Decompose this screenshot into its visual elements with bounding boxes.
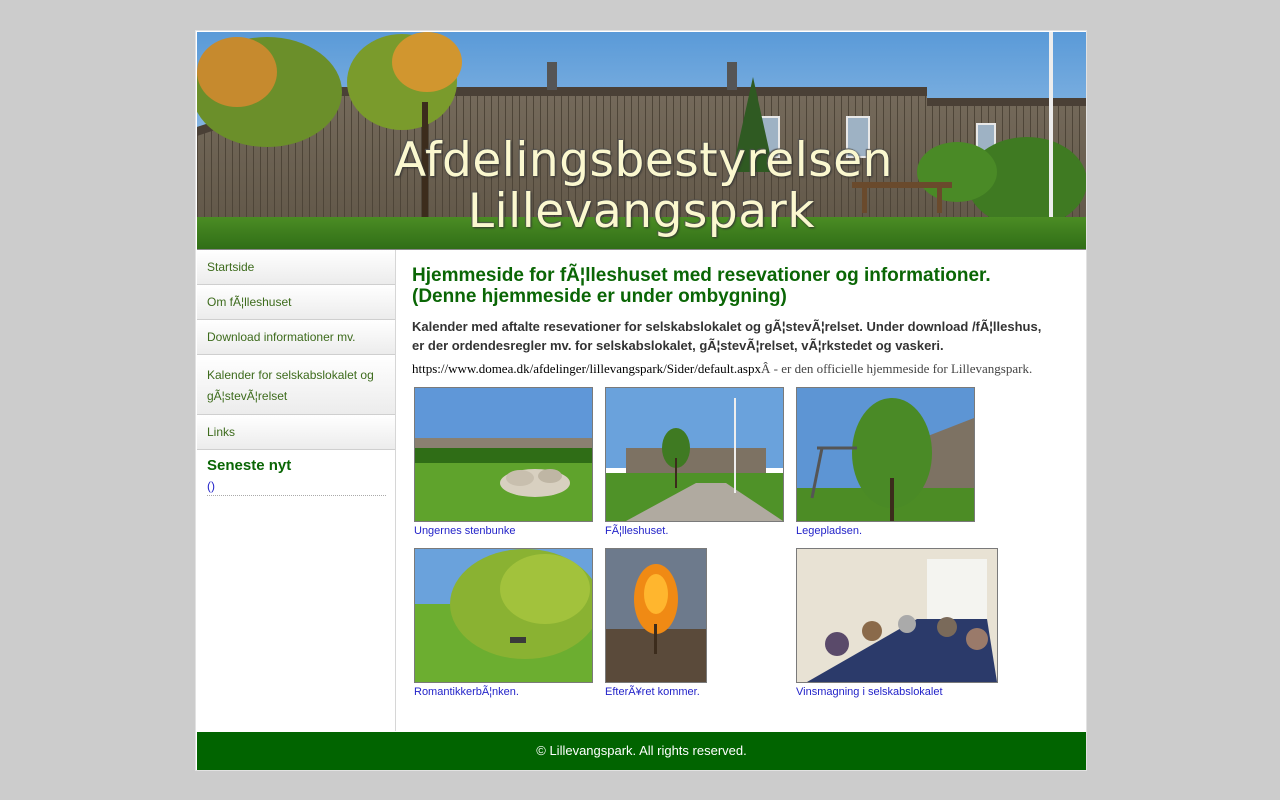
photo-legepladsen[interactable]	[796, 387, 975, 522]
gallery-item-legepladsen[interactable]: Legepladsen.	[796, 387, 975, 538]
gallery-item-stenbunke[interactable]: Ungernes stenbunke	[414, 387, 593, 538]
gallery-item-faelleshuset[interactable]: FÃ¦lleshuset.	[605, 387, 784, 538]
photo-stenbunke[interactable]	[414, 387, 593, 522]
caption-vinsmagning[interactable]: Vinsmagning i selskabslokalet	[796, 685, 998, 699]
nav-item-links[interactable]: Links	[197, 415, 395, 450]
caption-efteraaret[interactable]: EfterÃ¥ret kommer.	[605, 685, 707, 699]
official-site-url[interactable]: https://www.domea.dk/afdelinger/lillevan…	[412, 361, 761, 376]
news-link[interactable]: ()	[207, 478, 386, 496]
sidebar: Startside Om fÃ¦lleshuset Download infor…	[197, 250, 396, 731]
intro-text: Kalender med aftalte resevationer for se…	[412, 319, 1042, 353]
photo-romantikkerbaenken[interactable]	[414, 548, 593, 683]
nav-item-om-faelleshuset[interactable]: Om fÃ¦lleshuset	[197, 285, 395, 320]
nav-item-kalender[interactable]: Kalender for selskabslokalet og gÃ¦stevÃ…	[197, 355, 395, 415]
page-title-line2: (Denne hjemmeside er under ombygning)	[412, 286, 787, 307]
main-content: Hjemmeside for fÃ¦lleshuset med resevati…	[412, 265, 1052, 377]
page-title-line1: Hjemmeside for fÃ¦lleshuset med resevati…	[412, 265, 991, 286]
caption-faelleshuset[interactable]: FÃ¦lleshuset.	[605, 524, 784, 538]
banner-title-line2: Lillevangspark	[467, 184, 816, 239]
page-title: Hjemmeside for fÃ¦lleshuset med resevati…	[412, 265, 1052, 307]
gallery-item-romantikkerbaenken[interactable]: RomantikkerbÃ¦nken.	[414, 548, 593, 699]
caption-stenbunke[interactable]: Ungernes stenbunke	[414, 524, 593, 538]
official-site-description: Â - er den officielle hjemmeside for Lil…	[761, 361, 1033, 376]
caption-romantikkerbaenken[interactable]: RomantikkerbÃ¦nken.	[414, 685, 593, 699]
banner-title-line1: Afdelingsbestyrelsen	[394, 133, 893, 188]
gallery-item-vinsmagning[interactable]: Vinsmagning i selskabslokalet	[796, 548, 998, 699]
nav-item-startside[interactable]: Startside	[197, 250, 395, 285]
footer-copyright: © Lillevangspark. All rights reserved.	[536, 743, 747, 758]
nav-item-download[interactable]: Download informationer mv.	[197, 320, 395, 355]
caption-legepladsen[interactable]: Legepladsen.	[796, 524, 975, 538]
photo-vinsmagning[interactable]	[796, 548, 998, 683]
news-heading: Seneste nyt	[207, 457, 292, 474]
footer: © Lillevangspark. All rights reserved.	[197, 732, 1086, 770]
header-banner: Afdelingsbestyrelsen Lillevangspark	[197, 32, 1086, 250]
photo-efteraaret[interactable]	[605, 548, 707, 683]
official-site-line: https://www.domea.dk/afdelinger/lillevan…	[412, 360, 1052, 377]
photo-faelleshuset[interactable]	[605, 387, 784, 522]
gallery-item-efteraaret[interactable]: EfterÃ¥ret kommer.	[605, 548, 707, 699]
page-container: Afdelingsbestyrelsen Lillevangspark Star…	[195, 30, 1087, 771]
news-section: Seneste nyt ()	[197, 450, 395, 496]
